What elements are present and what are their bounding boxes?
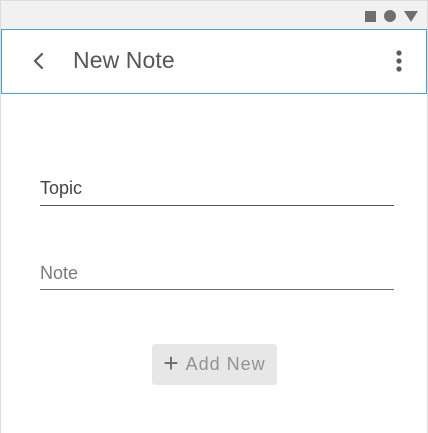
chevron-left-icon (33, 52, 44, 70)
more-options-button[interactable] (386, 46, 412, 76)
topic-input[interactable] (40, 171, 394, 206)
status-icons (365, 9, 418, 23)
status-bar (1, 0, 427, 29)
add-new-label: Add New (185, 354, 266, 374)
add-new-button[interactable]: + Add New (152, 344, 277, 385)
more-vertical-icon (396, 50, 402, 72)
square-icon (365, 10, 376, 22)
page-title: New Note (73, 47, 175, 73)
phone-screen: New Note + Add New (0, 0, 428, 433)
app-bar: New Note (1, 29, 427, 94)
plus-icon: + (163, 348, 179, 378)
circle-icon (384, 10, 396, 22)
note-input[interactable] (40, 258, 394, 290)
topic-field-container (40, 171, 394, 206)
triangle-icon (404, 10, 418, 22)
note-field-container (40, 258, 394, 290)
back-button[interactable] (24, 46, 54, 76)
